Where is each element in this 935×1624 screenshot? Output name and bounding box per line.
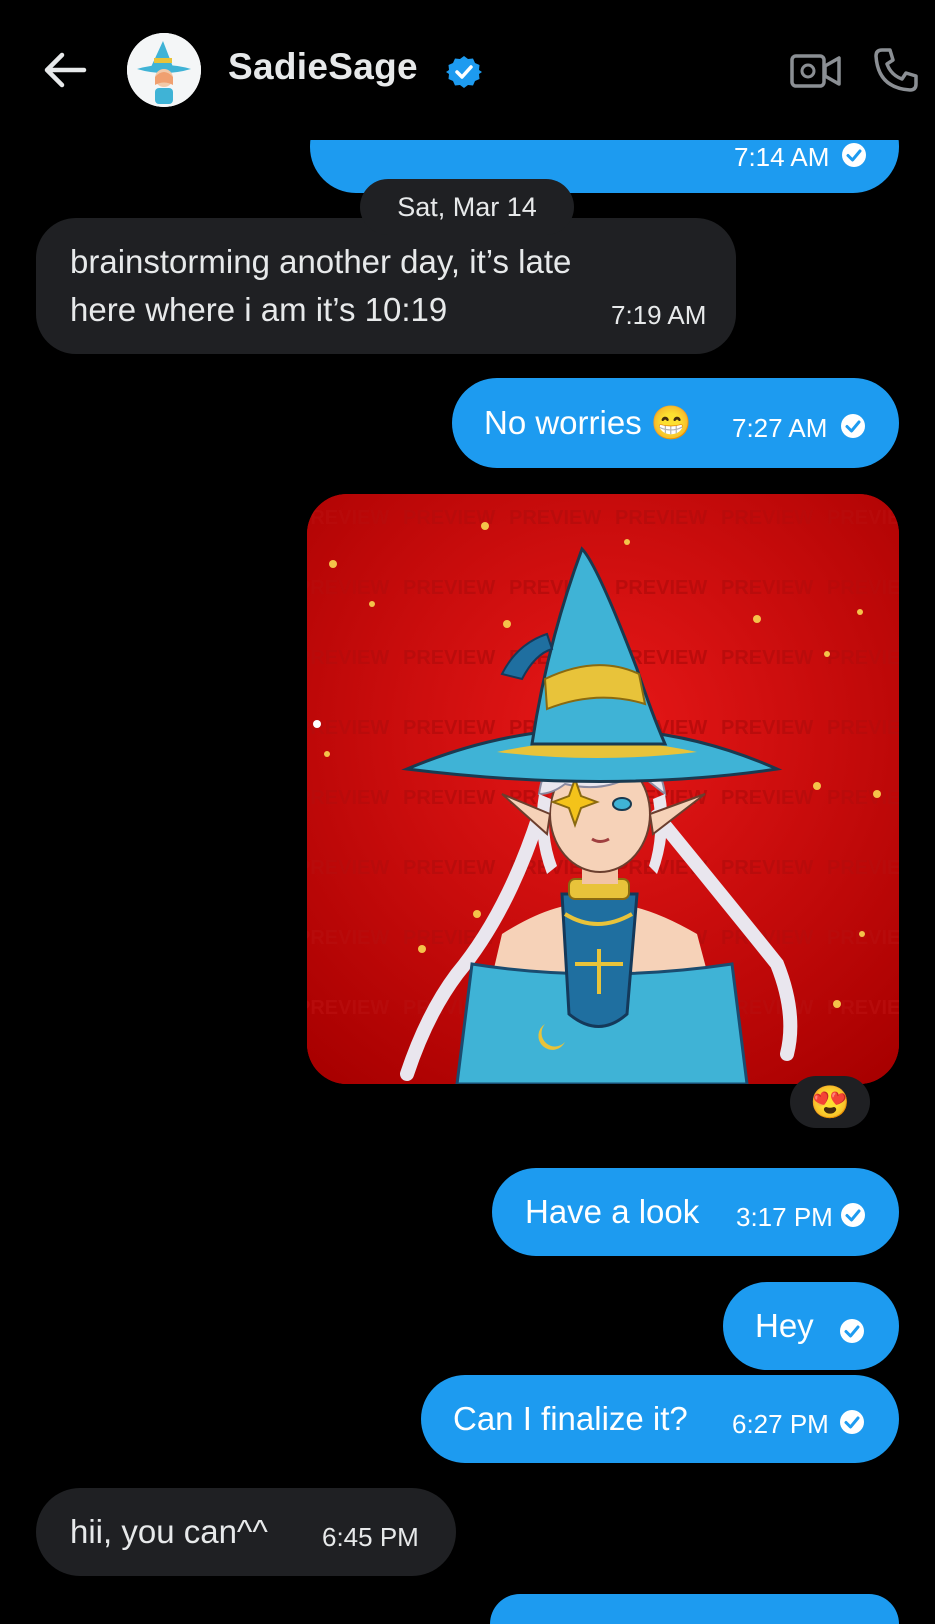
watermark-text: PREVIEW bbox=[721, 577, 813, 599]
watermark-text: PREVIEW bbox=[307, 857, 389, 879]
phone-icon[interactable] bbox=[870, 44, 922, 96]
message-time: 7:19 AM bbox=[611, 300, 707, 330]
message-time: 3:17 PM bbox=[736, 1202, 833, 1232]
message-text: Hey bbox=[755, 1307, 814, 1344]
watermark-text: PREVIEW bbox=[403, 717, 495, 739]
message-text-line: here where i am it’s 10:19 bbox=[70, 291, 448, 328]
video-call-icon[interactable] bbox=[789, 48, 843, 94]
message-text: hii, you can^^ bbox=[70, 1513, 268, 1550]
message-bubble-outgoing[interactable]: Can I finalize it? 6:27 PM bbox=[421, 1375, 899, 1463]
watermark-text: PREVIEW bbox=[307, 927, 389, 949]
message-text: Can I finalize it? bbox=[453, 1400, 688, 1437]
watermark-text: PREVIEW bbox=[827, 717, 899, 739]
read-check-icon bbox=[841, 1203, 865, 1227]
message-time: 6:45 PM bbox=[322, 1522, 419, 1552]
watermark-text: PREVIEW bbox=[307, 997, 389, 1019]
watermark-text: PREVIEW bbox=[615, 507, 707, 529]
watermark-text: PREVIEW bbox=[403, 647, 495, 669]
date-separator: Sat, Mar 14 bbox=[360, 179, 574, 235]
watermark-text: PREVIEW bbox=[403, 787, 495, 809]
watermark-text: PREVIEW bbox=[307, 717, 389, 739]
witch-artwork-image: PREVIEW PREVIEW PREVIEW PREVIEW PREVIEW PREVI… bbox=[307, 494, 899, 1084]
watermark-text: PREVIEW bbox=[827, 647, 899, 669]
watermark-text: PREVIEW bbox=[615, 577, 707, 599]
watermark-text: PREVIEW bbox=[827, 577, 899, 599]
message-text: No worries 😁 bbox=[484, 404, 692, 441]
message-text-line: brainstorming another day, it’s late bbox=[70, 243, 572, 280]
read-check-icon bbox=[840, 1319, 864, 1343]
watermark-text: PREVIEW bbox=[721, 507, 813, 529]
message-bubble-outgoing[interactable]: No worries 😁 7:27 AM bbox=[452, 378, 899, 468]
message-bubble-outgoing[interactable]: Hey bbox=[723, 1282, 899, 1370]
arrow-left-icon[interactable] bbox=[40, 48, 90, 92]
watermark-text: PREVIEW bbox=[721, 717, 813, 739]
date-separator-label: Sat, Mar 14 bbox=[397, 192, 537, 222]
read-check-icon bbox=[842, 143, 866, 167]
read-check-icon bbox=[840, 1410, 864, 1434]
watermark-text: PREVIEW bbox=[827, 927, 899, 949]
avatar[interactable] bbox=[127, 33, 201, 107]
watermark-text: PREVIEW bbox=[307, 507, 389, 529]
watermark-text: PREVIEW bbox=[721, 857, 813, 879]
message-time: 7:27 AM bbox=[732, 413, 828, 443]
message-bubble-incoming[interactable]: hii, you can^^ 6:45 PM bbox=[36, 1488, 456, 1576]
watermark-text: PREVIEW bbox=[721, 647, 813, 669]
message-text: Have a look bbox=[525, 1193, 700, 1230]
read-check-icon bbox=[841, 414, 865, 438]
watermark-text: PREVIEW bbox=[827, 787, 899, 809]
watermark-text: PREVIEW bbox=[403, 857, 495, 879]
chat-header: SadieSage bbox=[0, 0, 935, 140]
watermark-text: PREVIEW bbox=[403, 577, 495, 599]
watermark-text: PREVIEW bbox=[509, 507, 601, 529]
watermark-text: PREVIEW bbox=[827, 857, 899, 879]
message-time: 7:14 AM bbox=[734, 142, 830, 172]
watermark-text: PREVIEW bbox=[307, 647, 389, 669]
watermark-text: PREVIEW bbox=[827, 507, 899, 529]
message-bubble-outgoing[interactable]: Have a look 3:17 PM bbox=[492, 1168, 899, 1256]
watermark-text: PREVIEW bbox=[307, 787, 389, 809]
message-bubble-outgoing[interactable] bbox=[490, 1594, 899, 1624]
watermark-text: PREVIEW bbox=[307, 577, 389, 599]
message-reaction[interactable]: 😍 bbox=[790, 1076, 870, 1128]
reaction-emoji: 😍 bbox=[810, 1084, 850, 1120]
watermark-text: PREVIEW bbox=[721, 787, 813, 809]
image-attachment[interactable]: PREVIEW PREVIEW PREVIEW PREVIEW PREVIEW PREVI… bbox=[307, 494, 899, 1084]
verified-badge-icon bbox=[446, 54, 482, 90]
message-time: 6:27 PM bbox=[732, 1409, 829, 1439]
contact-name[interactable]: SadieSage bbox=[228, 46, 418, 88]
message-bubble-incoming[interactable]: brainstorming another day, it’s late her… bbox=[36, 218, 736, 354]
